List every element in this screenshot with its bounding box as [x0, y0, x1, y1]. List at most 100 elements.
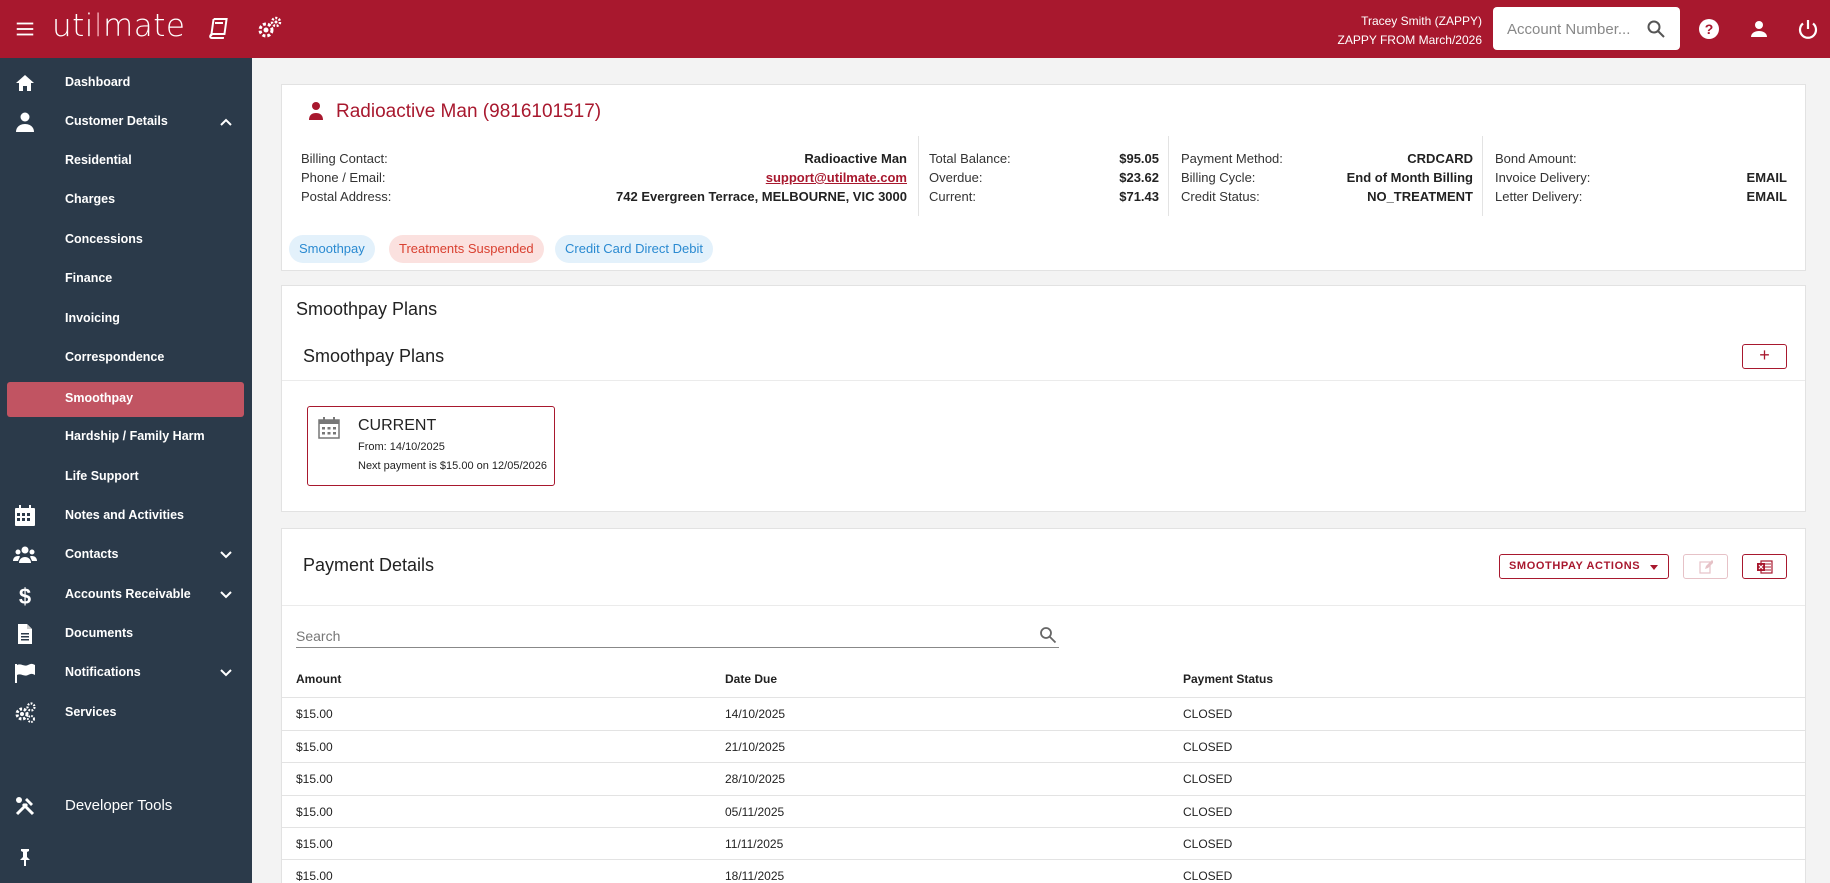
sidebar-item-hardship[interactable]: Hardship / Family Harm [0, 419, 252, 455]
sidebar-item-label: Customer Details [65, 114, 168, 128]
smoothpay-actions-button[interactable]: SMOOTHPAY ACTIONS [1499, 554, 1669, 579]
sidebar-item-residential[interactable]: Residential [0, 143, 252, 179]
pin-icon[interactable] [15, 847, 35, 867]
user-period: ZAPPY FROM March/2026 [1337, 33, 1483, 47]
table-row[interactable]: $15.00 18/11/2025 CLOSED [282, 859, 1805, 883]
table-row[interactable]: $15.00 11/11/2025 CLOSED [282, 827, 1805, 860]
plans-section-title: Smoothpay Plans [303, 346, 445, 366]
divider [282, 380, 1805, 381]
page-title: Smoothpay Plans [296, 299, 438, 319]
column-header-date-due[interactable]: Date Due [725, 672, 777, 686]
sidebar-item-developer-tools[interactable]: Developer Tools [0, 788, 252, 824]
sidebar-item-concessions[interactable]: Concessions [0, 222, 252, 258]
user-name: Tracey Smith (ZAPPY) [1361, 14, 1482, 28]
menu-icon[interactable] [14, 18, 36, 40]
sidebar-item-label: Invoicing [65, 311, 120, 325]
people-icon [13, 546, 37, 563]
cell-status: CLOSED [1183, 869, 1233, 883]
account-search [1493, 7, 1680, 50]
cell-date-due: 28/10/2025 [725, 772, 786, 786]
sidebar-item-accounts-receivable[interactable]: $ Accounts Receivable [0, 577, 252, 613]
cell-date-due: 05/11/2025 [725, 805, 785, 819]
table-row[interactable]: $15.00 05/11/2025 CLOSED [282, 795, 1805, 828]
payment-details-title: Payment Details [303, 555, 435, 575]
sidebar-item-label: Smoothpay [65, 391, 134, 405]
sidebar-item-life-support[interactable]: Life Support [0, 459, 252, 495]
sidebar-item-dashboard[interactable]: Dashboard [0, 65, 252, 101]
cell-status: CLOSED [1183, 805, 1233, 819]
sidebar-item-customer-details[interactable]: Customer Details [0, 104, 252, 140]
cell-status: CLOSED [1183, 707, 1233, 721]
help-icon[interactable]: ? [1697, 17, 1721, 41]
sidebar: Dashboard Customer Details Residential C… [0, 58, 252, 883]
smoothpay-actions-label: SMOOTHPAY ACTIONS [1509, 560, 1641, 572]
sidebar-item-notifications[interactable]: Notifications [0, 655, 252, 691]
person-icon [309, 102, 323, 120]
sidebar-item-smoothpay[interactable]: Smoothpay [0, 382, 252, 418]
credit-status-value: NO_TREATMENT [1367, 189, 1473, 204]
plan-from-date: From: 14/10/2025 [358, 441, 445, 453]
credit-status-label: Credit Status: [1181, 189, 1260, 204]
table-row[interactable]: $15.00 21/10/2025 CLOSED [282, 730, 1805, 763]
billing-contact-label: Billing Contact: [301, 151, 388, 166]
letter-delivery-label: Letter Delivery: [1495, 189, 1583, 204]
settings-gears-icon[interactable] [255, 14, 283, 42]
dollar-icon: $ [19, 584, 31, 607]
total-balance-label: Total Balance: [929, 151, 1011, 166]
column-header-payment-status[interactable]: Payment Status [1183, 672, 1273, 686]
postal-address-label: Postal Address: [301, 189, 392, 204]
sidebar-item-notes-activities[interactable]: Notes and Activities [0, 498, 252, 534]
status-chip-smoothpay: Smoothpay [289, 235, 375, 263]
email-link[interactable]: support@utilmate.com [766, 168, 907, 187]
chevron-up-icon [220, 118, 232, 126]
table-row[interactable]: $15.00 14/10/2025 CLOSED [282, 697, 1805, 730]
billing-cycle-label: Billing Cycle: [1181, 170, 1256, 185]
column-header-amount[interactable]: Amount [296, 672, 341, 686]
billing-cycle-value: End of Month Billing [1346, 170, 1473, 185]
payment-search-input[interactable] [296, 626, 996, 646]
sidebar-item-invoicing[interactable]: Invoicing [0, 301, 252, 337]
sidebar-item-label: Contacts [65, 547, 119, 561]
current-label: Current: [929, 189, 976, 204]
top-bar: utilmate Tracey Smith (ZAPPY) ZAPPY FROM… [0, 0, 1830, 58]
excel-icon [1757, 560, 1773, 574]
add-plan-button[interactable]: + [1742, 344, 1787, 369]
table-row[interactable]: $15.00 28/10/2025 CLOSED [282, 762, 1805, 795]
tools-icon [15, 797, 35, 816]
sidebar-item-correspondence[interactable]: Correspondence [0, 340, 252, 376]
sidebar-item-documents[interactable]: Documents [0, 616, 252, 652]
divider [1482, 136, 1483, 216]
contact-info: Billing Contact: Radioactive Man Phone / … [301, 149, 907, 206]
payment-search [296, 624, 1059, 648]
search-icon[interactable] [1039, 626, 1057, 644]
app-logo[interactable]: utilmate [52, 8, 185, 44]
plan-card-current[interactable]: CURRENT From: 14/10/2025 Next payment is… [307, 406, 555, 486]
home-icon [16, 75, 34, 91]
chevron-down-icon [220, 669, 232, 677]
sidebar-item-label: Hardship / Family Harm [65, 429, 205, 443]
sidebar-item-contacts[interactable]: Contacts [0, 537, 252, 573]
postal-address-value: 742 Evergreen Terrace, MELBOURNE, VIC 30… [616, 189, 907, 204]
overdue-value: $23.62 [1119, 170, 1159, 185]
cell-status: CLOSED [1183, 772, 1233, 786]
plan-status: CURRENT [358, 417, 437, 434]
edit-icon [1699, 560, 1713, 574]
sidebar-item-charges[interactable]: Charges [0, 182, 252, 218]
account-search-input[interactable] [1507, 18, 1637, 40]
edit-button[interactable] [1683, 554, 1728, 579]
sidebar-item-finance[interactable]: Finance [0, 261, 252, 297]
calendar-icon [318, 417, 340, 439]
cell-amount: $15.00 [296, 707, 333, 721]
status-chip-credit-card-dd: Credit Card Direct Debit [555, 235, 713, 263]
power-icon[interactable] [1796, 17, 1820, 41]
sidebar-item-label: Dashboard [65, 75, 131, 89]
sidebar-item-label: Charges [65, 192, 116, 206]
user-icon[interactable] [1747, 17, 1771, 41]
sidebar-item-label: Correspondence [65, 350, 165, 364]
cell-date-due: 14/10/2025 [725, 707, 786, 721]
sidebar-item-services[interactable]: Services [0, 695, 252, 731]
caret-down-icon [1650, 565, 1658, 570]
search-icon[interactable] [1646, 19, 1666, 39]
book-icon[interactable] [206, 16, 230, 40]
export-excel-button[interactable] [1742, 554, 1787, 579]
